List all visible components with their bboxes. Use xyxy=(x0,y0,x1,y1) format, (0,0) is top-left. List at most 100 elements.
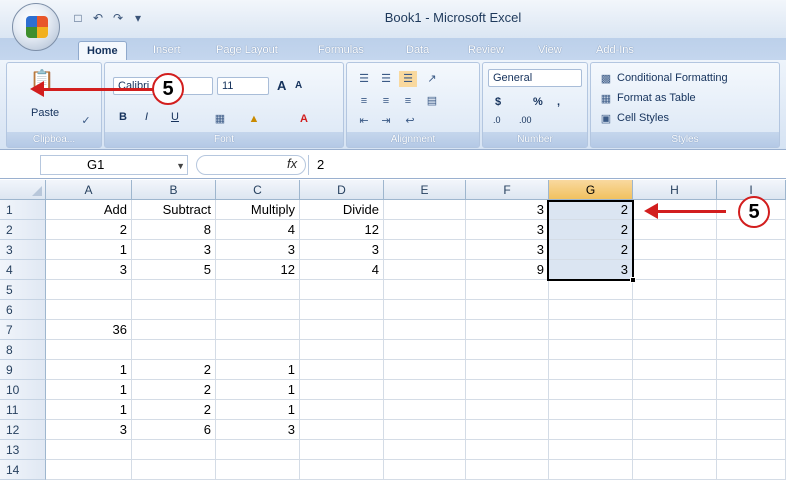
number-format-select[interactable]: General xyxy=(488,69,582,87)
cell-c5[interactable] xyxy=(216,280,300,300)
row-header-13[interactable]: 13 xyxy=(0,440,46,460)
column-header-f[interactable]: F xyxy=(466,180,549,200)
cell-e4[interactable] xyxy=(384,260,466,280)
cell-h10[interactable] xyxy=(633,380,717,400)
cell-d9[interactable] xyxy=(300,360,384,380)
tab-add-ins[interactable]: Add-Ins xyxy=(588,41,642,60)
cell-i11[interactable] xyxy=(717,400,786,420)
cell-g13[interactable] xyxy=(549,440,633,460)
cell-g7[interactable] xyxy=(549,320,633,340)
cell-e7[interactable] xyxy=(384,320,466,340)
shrink-font-button[interactable]: A xyxy=(295,80,302,91)
cell-h5[interactable] xyxy=(633,280,717,300)
cell-i10[interactable] xyxy=(717,380,786,400)
cell-c13[interactable] xyxy=(216,440,300,460)
column-header-h[interactable]: H xyxy=(633,180,717,200)
office-button[interactable] xyxy=(12,3,60,51)
cell-c7[interactable] xyxy=(216,320,300,340)
cell-a2[interactable]: 2 xyxy=(46,220,132,240)
cell-styles-button[interactable]: Cell Styles xyxy=(617,112,669,124)
cell-e3[interactable] xyxy=(384,240,466,260)
cell-a8[interactable] xyxy=(46,340,132,360)
tab-page-layout[interactable]: Page Layout xyxy=(208,41,286,60)
cell-d11[interactable] xyxy=(300,400,384,420)
cell-f3[interactable]: 3 xyxy=(466,240,549,260)
cell-h2[interactable] xyxy=(633,220,717,240)
formula-input[interactable]: 2 xyxy=(308,155,786,175)
cell-c4[interactable]: 12 xyxy=(216,260,300,280)
decrease-indent-icon[interactable]: ⇤ xyxy=(355,113,373,129)
cell-i9[interactable] xyxy=(717,360,786,380)
merge-center-icon[interactable]: ▤ xyxy=(423,93,441,109)
name-box[interactable]: G1 ▼ xyxy=(40,155,188,175)
cell-f2[interactable]: 3 xyxy=(466,220,549,240)
cell-a6[interactable] xyxy=(46,300,132,320)
tab-home[interactable]: Home xyxy=(78,41,127,60)
tab-view[interactable]: View xyxy=(530,41,570,60)
cell-f5[interactable] xyxy=(466,280,549,300)
cell-h14[interactable] xyxy=(633,460,717,480)
cell-d4[interactable]: 4 xyxy=(300,260,384,280)
underline-button[interactable]: U xyxy=(171,111,179,123)
cell-a10[interactable]: 1 xyxy=(46,380,132,400)
cell-d8[interactable] xyxy=(300,340,384,360)
cell-f11[interactable] xyxy=(466,400,549,420)
cell-e11[interactable] xyxy=(384,400,466,420)
cell-h7[interactable] xyxy=(633,320,717,340)
cell-c12[interactable]: 3 xyxy=(216,420,300,440)
cell-e10[interactable] xyxy=(384,380,466,400)
cell-g6[interactable] xyxy=(549,300,633,320)
cell-d10[interactable] xyxy=(300,380,384,400)
percent-button[interactable]: % xyxy=(533,96,543,108)
cell-b8[interactable] xyxy=(132,340,216,360)
cell-i3[interactable] xyxy=(717,240,786,260)
align-top-icon[interactable]: ☰ xyxy=(355,71,373,87)
cell-c14[interactable] xyxy=(216,460,300,480)
cell-d2[interactable]: 12 xyxy=(300,220,384,240)
tab-data[interactable]: Data xyxy=(398,41,437,60)
cell-g9[interactable] xyxy=(549,360,633,380)
row-header-6[interactable]: 6 xyxy=(0,300,46,320)
cell-b14[interactable] xyxy=(132,460,216,480)
cell-b5[interactable] xyxy=(132,280,216,300)
row-header-4[interactable]: 4 xyxy=(0,260,46,280)
increase-decimal-button[interactable]: .0 xyxy=(493,115,501,125)
cell-f8[interactable] xyxy=(466,340,549,360)
tab-formulas[interactable]: Formulas xyxy=(310,41,372,60)
cell-c3[interactable]: 3 xyxy=(216,240,300,260)
orientation-icon[interactable]: ↗ xyxy=(423,71,441,87)
cell-d6[interactable] xyxy=(300,300,384,320)
cell-e8[interactable] xyxy=(384,340,466,360)
italic-button[interactable]: I xyxy=(145,111,148,123)
cell-i12[interactable] xyxy=(717,420,786,440)
row-header-1[interactable]: 1 xyxy=(0,200,46,220)
conditional-formatting-icon[interactable]: ▩ xyxy=(597,71,615,87)
cell-c8[interactable] xyxy=(216,340,300,360)
cell-h8[interactable] xyxy=(633,340,717,360)
row-header-2[interactable]: 2 xyxy=(0,220,46,240)
cell-f12[interactable] xyxy=(466,420,549,440)
cell-e5[interactable] xyxy=(384,280,466,300)
cell-i14[interactable] xyxy=(717,460,786,480)
paste-label[interactable]: Paste xyxy=(31,107,59,119)
cell-g8[interactable] xyxy=(549,340,633,360)
cell-c2[interactable]: 4 xyxy=(216,220,300,240)
cell-b11[interactable]: 2 xyxy=(132,400,216,420)
fill-handle[interactable] xyxy=(630,277,636,283)
font-size-select[interactable]: 11 xyxy=(217,77,269,95)
cell-d13[interactable] xyxy=(300,440,384,460)
bold-button[interactable]: B xyxy=(119,111,127,123)
cell-f13[interactable] xyxy=(466,440,549,460)
cell-f4[interactable]: 9 xyxy=(466,260,549,280)
cell-d5[interactable] xyxy=(300,280,384,300)
worksheet-grid[interactable]: A B C D E F G H I 1 Add Subtract Multiply Divide 3 2 2 2 8… xyxy=(0,180,786,481)
cell-c10[interactable]: 1 xyxy=(216,380,300,400)
select-all-button[interactable] xyxy=(0,180,46,200)
column-header-g[interactable]: G xyxy=(549,180,633,200)
cell-i5[interactable] xyxy=(717,280,786,300)
cell-a9[interactable]: 1 xyxy=(46,360,132,380)
cell-b6[interactable] xyxy=(132,300,216,320)
cell-h3[interactable] xyxy=(633,240,717,260)
cell-a7[interactable]: 36 xyxy=(46,320,132,340)
row-header-3[interactable]: 3 xyxy=(0,240,46,260)
